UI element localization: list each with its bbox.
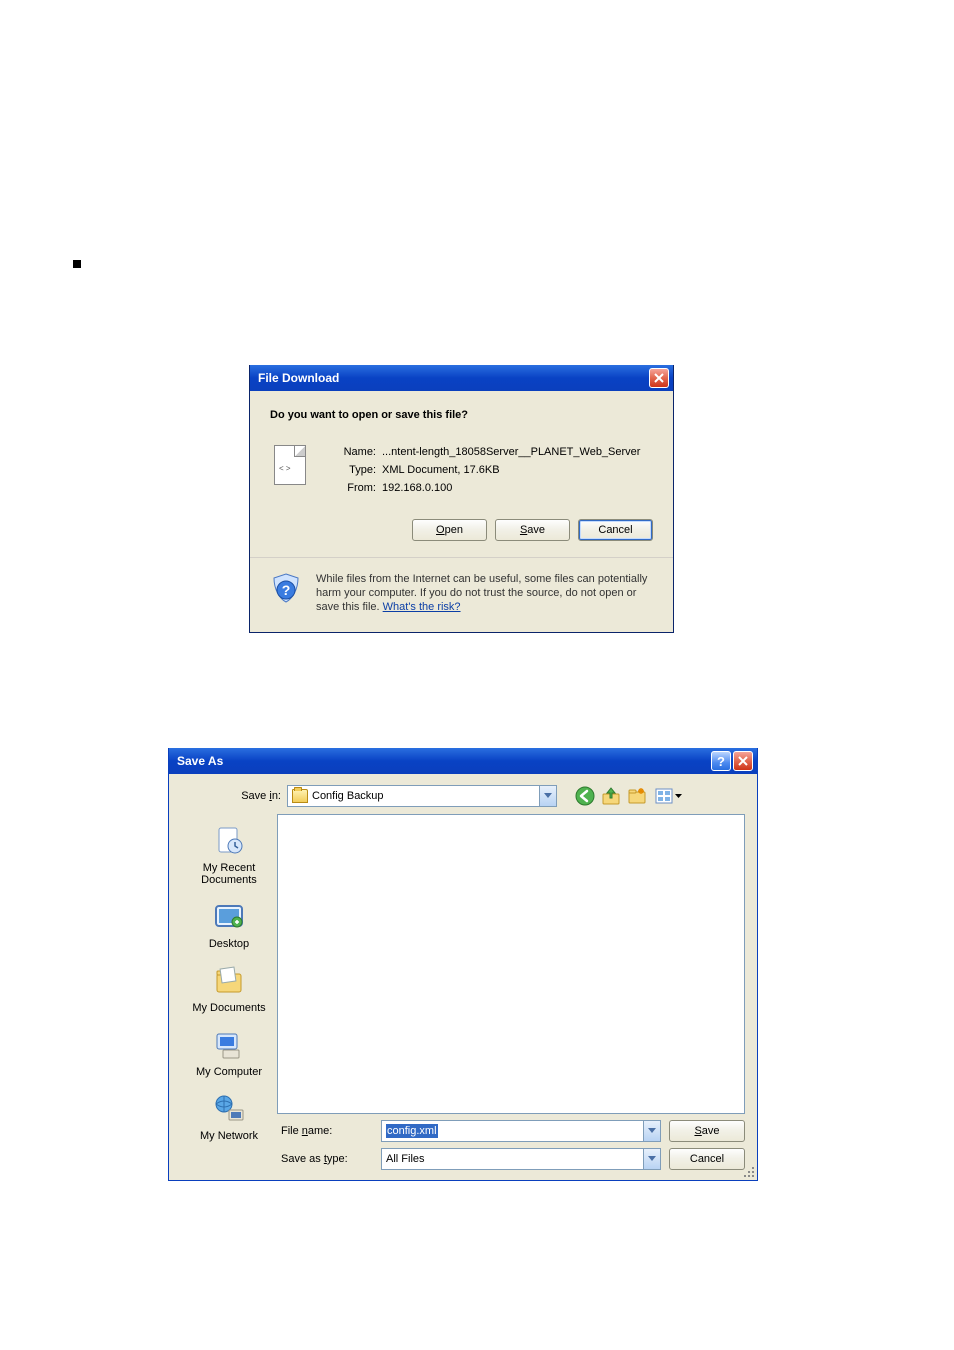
my-computer-icon xyxy=(211,1028,247,1062)
close-button[interactable] xyxy=(649,368,669,388)
place-network[interactable]: My Network xyxy=(184,1086,274,1150)
xml-file-icon xyxy=(274,445,306,485)
back-icon xyxy=(575,786,595,806)
chevron-down-icon xyxy=(544,793,552,799)
chevron-down-icon xyxy=(648,1128,656,1134)
bullet-marker xyxy=(73,260,81,268)
close-button[interactable] xyxy=(733,751,753,771)
place-label: Desktop xyxy=(186,938,272,950)
file-name-label: File name: xyxy=(277,1125,373,1137)
back-button[interactable] xyxy=(573,784,597,808)
place-recent[interactable]: My Recent Documents xyxy=(184,818,274,894)
place-label: My Network xyxy=(186,1130,272,1142)
file-download-title: File Download xyxy=(258,371,649,385)
file-download-question: Do you want to open or save this file? xyxy=(270,409,653,421)
dropdown-button[interactable] xyxy=(643,1149,660,1169)
places-bar: My Recent Documents Desktop My Documents xyxy=(181,814,277,1170)
views-button[interactable] xyxy=(651,784,685,808)
help-button[interactable]: ? xyxy=(711,751,731,771)
file-name-value: config.xml xyxy=(386,1124,438,1138)
meta-from-value: 192.168.0.100 xyxy=(382,481,653,495)
file-download-titlebar[interactable]: File Download xyxy=(250,365,673,391)
whats-the-risk-link[interactable]: What's the risk? xyxy=(383,601,461,613)
warning-body: While files from the Internet can be use… xyxy=(316,573,647,613)
my-network-icon xyxy=(211,1092,247,1126)
meta-type-value: XML Document, 17.6KB xyxy=(382,463,653,477)
save-as-type-label: Save as type: xyxy=(277,1153,373,1165)
open-button[interactable]: Open xyxy=(412,519,487,541)
save-in-label: Save in: xyxy=(221,790,281,802)
folder-icon xyxy=(292,789,308,803)
place-desktop[interactable]: Desktop xyxy=(184,894,274,958)
file-list[interactable] xyxy=(277,814,745,1114)
save-in-value: Config Backup xyxy=(312,790,539,802)
save-as-title: Save As xyxy=(177,754,711,768)
close-icon xyxy=(654,373,664,383)
cancel-button[interactable]: Cancel xyxy=(669,1148,745,1170)
resize-grip[interactable] xyxy=(743,1166,755,1178)
place-label: My Computer xyxy=(186,1066,272,1078)
file-download-dialog: File Download Do you want to open or sav… xyxy=(249,365,674,633)
save-as-type-dropdown[interactable]: All Files xyxy=(381,1148,661,1170)
place-label: My Documents xyxy=(186,1002,272,1014)
warning-text: While files from the Internet can be use… xyxy=(316,572,653,614)
save-in-dropdown[interactable]: Config Backup xyxy=(287,785,557,807)
create-new-folder-button[interactable] xyxy=(625,784,649,808)
file-name-input[interactable]: config.xml xyxy=(381,1120,661,1142)
file-download-body: Do you want to open or save this file? N… xyxy=(250,391,673,557)
shield-help-icon: ? xyxy=(270,572,302,604)
save-as-titlebar[interactable]: Save As ? xyxy=(169,748,757,774)
meta-name-value: ...ntent-length_18058Server__PLANET_Web_… xyxy=(382,445,653,459)
desktop-icon xyxy=(211,900,247,934)
chevron-down-icon xyxy=(675,794,682,799)
meta-type-label: Type: xyxy=(334,463,376,477)
place-label: My Recent Documents xyxy=(186,862,272,886)
my-documents-icon xyxy=(211,964,247,998)
up-one-level-button[interactable] xyxy=(599,784,623,808)
cancel-button[interactable]: Cancel xyxy=(578,519,653,541)
save-button[interactable]: Save xyxy=(669,1120,745,1142)
save-as-type-value: All Files xyxy=(386,1153,425,1165)
recent-documents-icon xyxy=(211,824,247,858)
views-icon xyxy=(654,786,674,806)
open-button-label: Open xyxy=(436,524,463,536)
up-one-level-icon xyxy=(601,786,621,806)
save-button-label: Save xyxy=(520,524,545,536)
meta-name-label: Name: xyxy=(334,445,376,459)
close-icon xyxy=(738,756,748,766)
save-button[interactable]: Save xyxy=(495,519,570,541)
help-icon: ? xyxy=(717,754,725,769)
place-computer[interactable]: My Computer xyxy=(184,1022,274,1086)
place-mydocs[interactable]: My Documents xyxy=(184,958,274,1022)
svg-text:?: ? xyxy=(282,582,291,598)
save-as-dialog: Save As ? Save in: Config Backup xyxy=(168,748,758,1181)
save-button-label: Save xyxy=(694,1125,719,1137)
meta-from-label: From: xyxy=(334,481,376,495)
chevron-down-icon xyxy=(648,1156,656,1162)
dropdown-button[interactable] xyxy=(643,1121,660,1141)
dropdown-button[interactable] xyxy=(539,786,556,806)
create-new-folder-icon xyxy=(627,786,647,806)
